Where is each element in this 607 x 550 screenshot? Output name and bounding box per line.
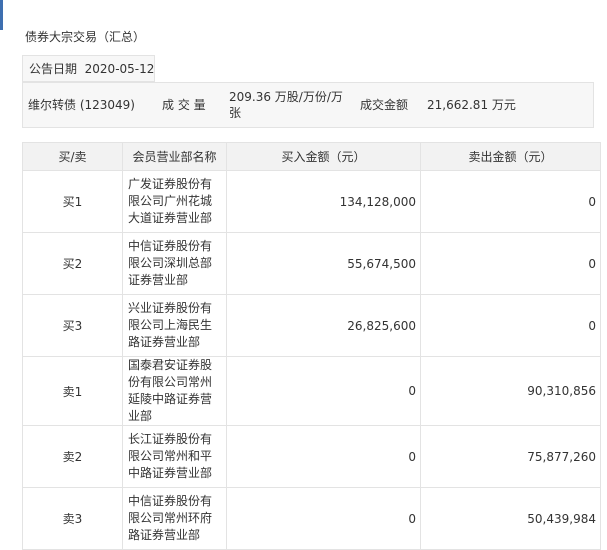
volume-value: 209.36 万股/万份/万张	[229, 90, 343, 120]
amount-label: 成交金额	[360, 98, 409, 112]
table-row: 买1 广发证券股份有限公司广州花城大道证券营业部 134,128,000 0	[22, 170, 601, 233]
announcement-date-value: 2020-05-12	[84, 62, 155, 76]
row-branch: 广发证券股份有限公司广州花城大道证券营业部	[122, 170, 227, 233]
amount-value: 21,662.81 万元	[427, 98, 516, 112]
header-sell-amount: 卖出金额（元）	[420, 142, 601, 171]
row-branch: 兴业证券股份有限公司上海民生路证券营业部	[122, 294, 227, 357]
announcement-date-label: 公告日期	[29, 62, 78, 76]
row-sell-amount: 75,877,260	[420, 425, 601, 488]
row-buy-amount: 0	[226, 487, 421, 550]
table-row: 买2 中信证券股份有限公司深圳总部证券营业部 55,674,500 0	[22, 232, 601, 295]
table-row: 卖1 国泰君安证券股份有限公司常州延陵中路证券营业部 0 90,310,856	[22, 356, 601, 426]
row-side: 卖1	[22, 356, 123, 426]
row-side: 买2	[22, 232, 123, 295]
row-buy-amount: 55,674,500	[226, 232, 421, 295]
header-buy-amount: 买入金额（元）	[226, 142, 421, 171]
header-side: 买/卖	[22, 142, 123, 171]
row-branch: 国泰君安证券股份有限公司常州延陵中路证券营业部	[122, 356, 227, 426]
row-sell-amount: 50,439,984	[420, 487, 601, 550]
row-buy-amount: 26,825,600	[226, 294, 421, 357]
header-branch: 会员营业部名称	[122, 142, 227, 171]
table-header-row: 买/卖 会员营业部名称 买入金额（元） 卖出金额（元）	[22, 142, 601, 171]
trade-detail-table: 买/卖 会员营业部名称 买入金额（元） 卖出金额（元） 买1 广发证券股份有限公…	[22, 142, 601, 550]
row-sell-amount: 0	[420, 232, 601, 295]
row-side: 卖2	[22, 425, 123, 488]
row-buy-amount: 134,128,000	[226, 170, 421, 233]
row-side: 卖3	[22, 487, 123, 550]
row-side: 买3	[22, 294, 123, 357]
table-row: 卖2 长江证券股份有限公司常州和平中路证券营业部 0 75,877,260	[22, 425, 601, 488]
section-title: 债券大宗交易（汇总）	[25, 30, 146, 44]
bond-name: 维尔转债 (123049)	[28, 98, 135, 112]
row-branch: 中信证券股份有限公司深圳总部证券营业部	[122, 232, 227, 295]
summary-row: 维尔转债 (123049) 成 交 量 209.36 万股/万份/万张 成交金额…	[22, 82, 594, 128]
announcement-date: 公告日期 2020-05-12	[22, 55, 155, 82]
row-sell-amount: 0	[420, 294, 601, 357]
row-branch: 中信证券股份有限公司常州环府路证券营业部	[122, 487, 227, 550]
row-sell-amount: 90,310,856	[420, 356, 601, 426]
row-side: 买1	[22, 170, 123, 233]
left-edge-accent	[0, 0, 3, 30]
row-sell-amount: 0	[420, 170, 601, 233]
table-row: 卖3 中信证券股份有限公司常州环府路证券营业部 0 50,439,984	[22, 487, 601, 550]
row-buy-amount: 0	[226, 356, 421, 426]
table-row: 买3 兴业证券股份有限公司上海民生路证券营业部 26,825,600 0	[22, 294, 601, 357]
row-buy-amount: 0	[226, 425, 421, 488]
row-branch: 长江证券股份有限公司常州和平中路证券营业部	[122, 425, 227, 488]
volume-label: 成 交 量	[162, 98, 206, 112]
